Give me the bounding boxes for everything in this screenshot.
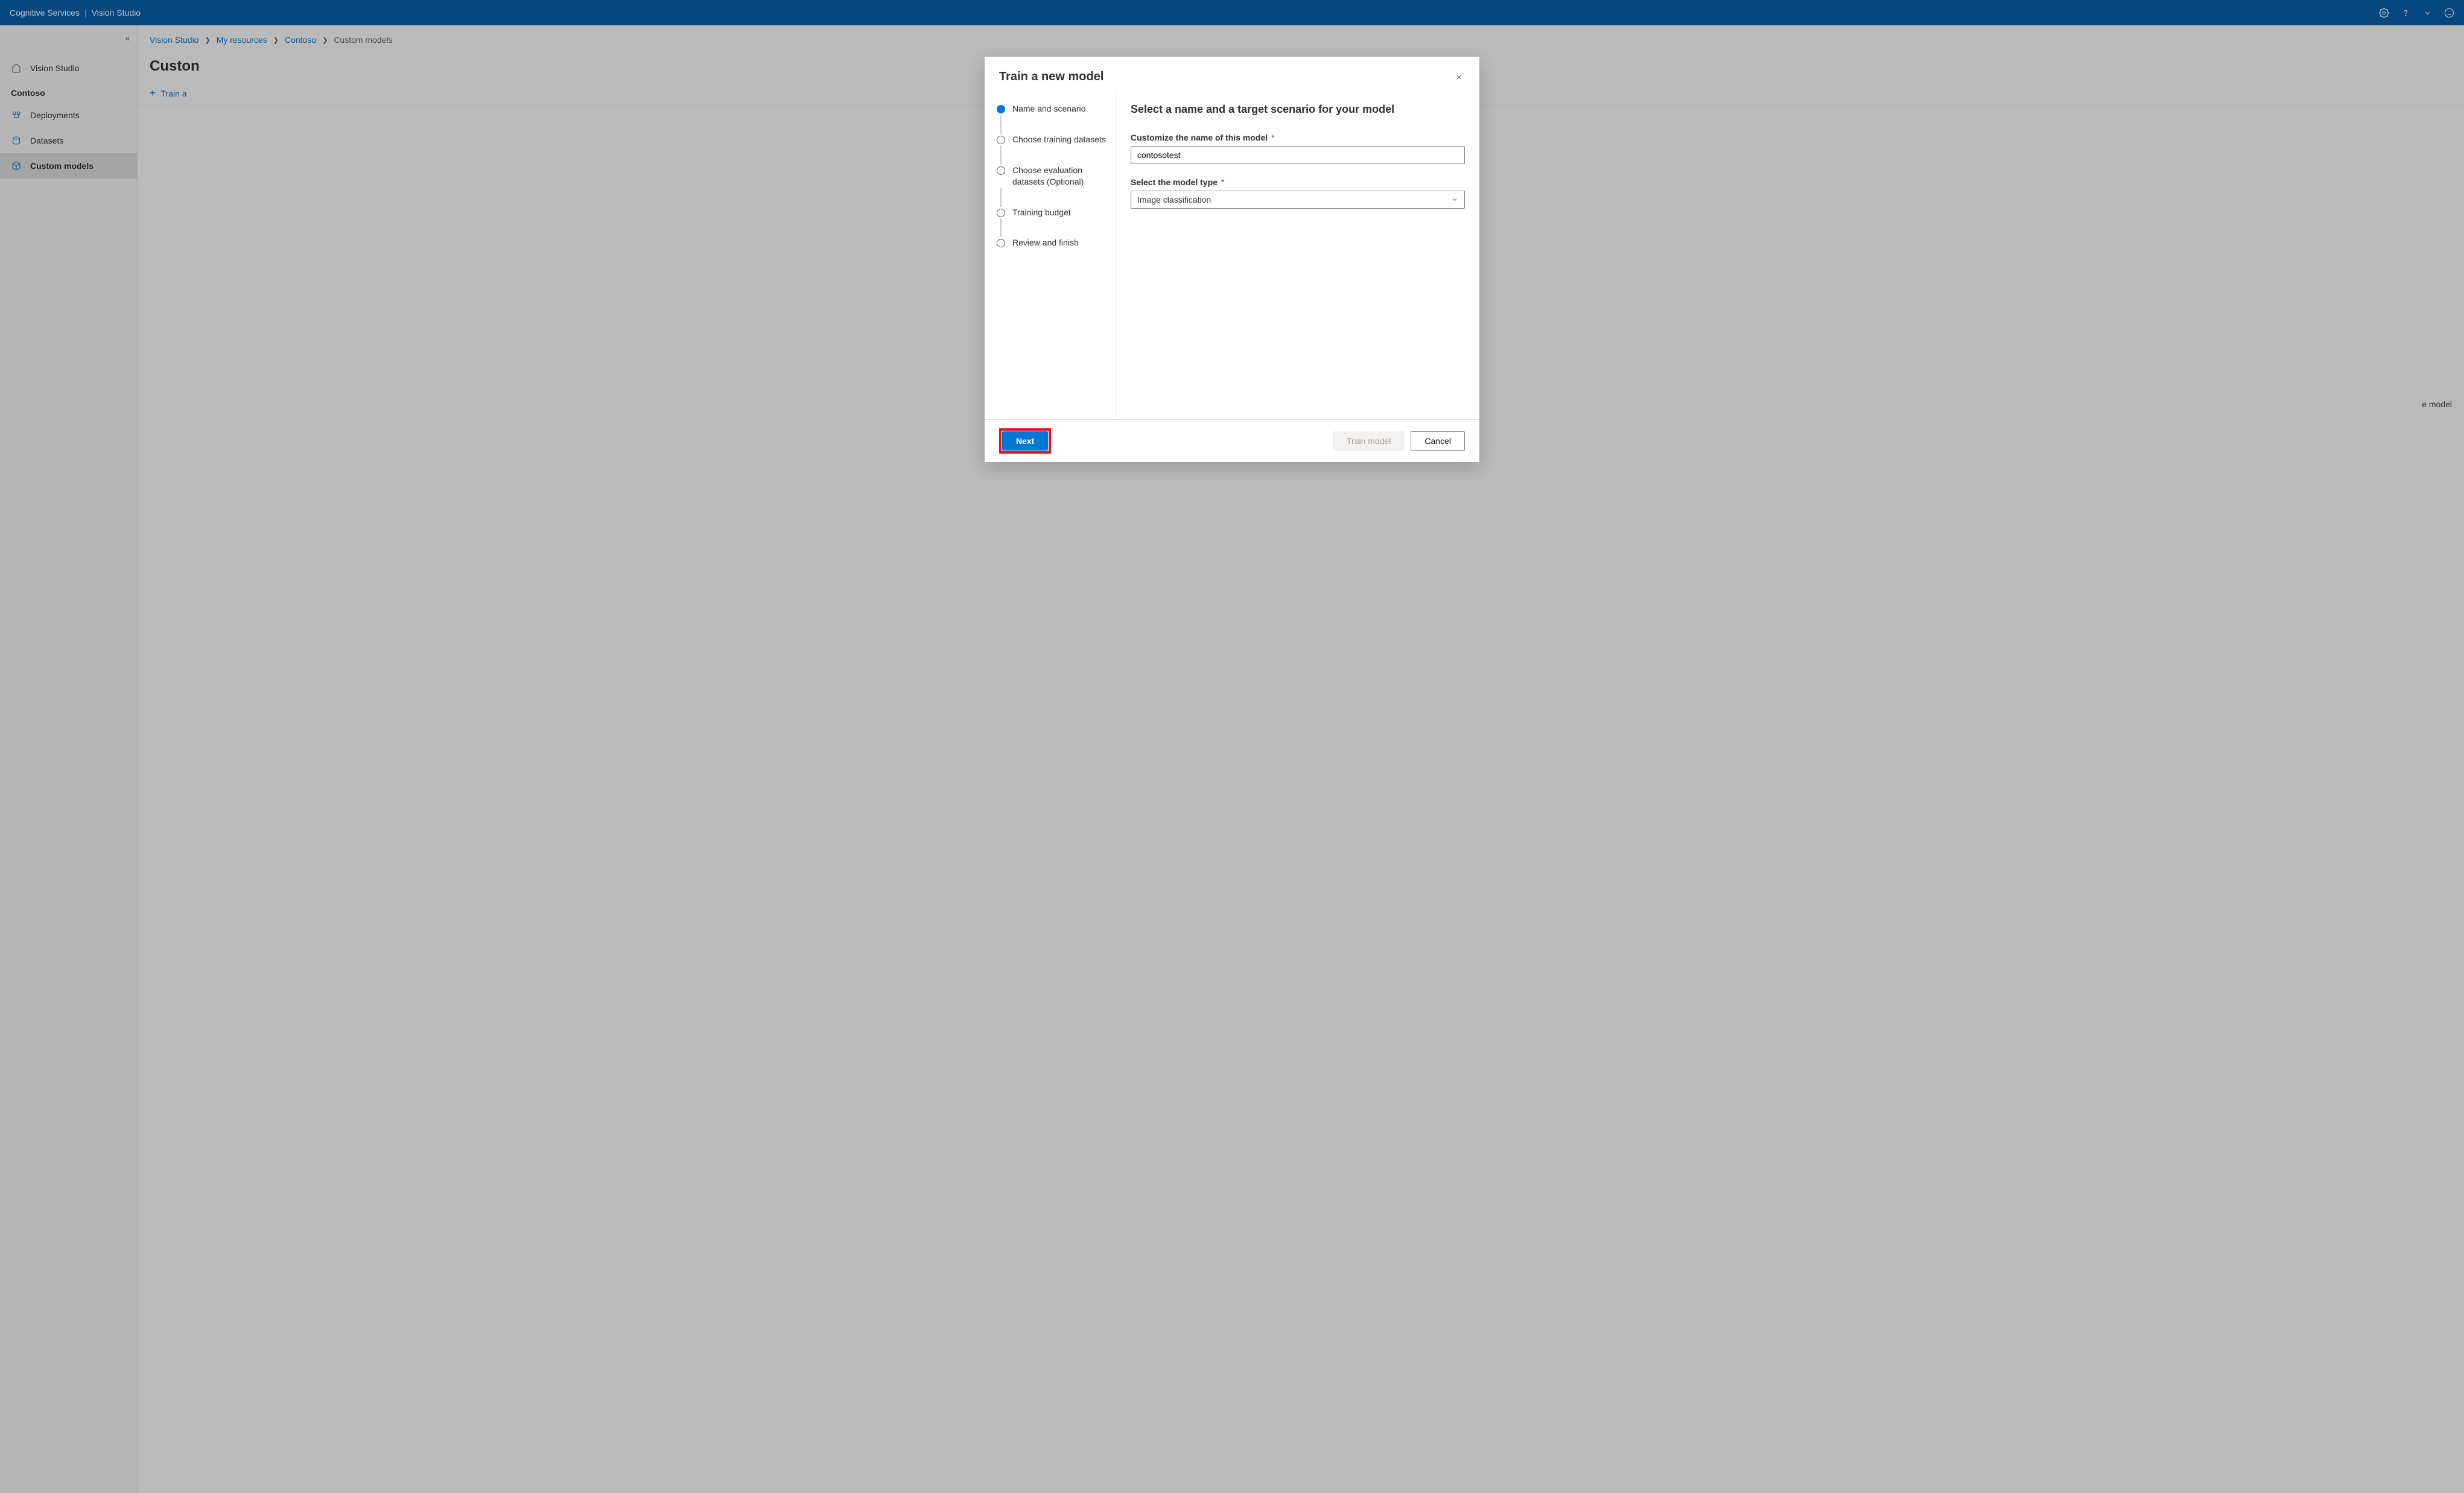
dialog-header: Train a new model — [985, 57, 1479, 94]
dialog-steps: Name and scenario Choose training datase… — [985, 94, 1116, 419]
step-name-scenario[interactable]: Name and scenario — [997, 103, 1107, 115]
step-label: Name and scenario — [1012, 103, 1085, 115]
step-connector — [1000, 115, 1002, 134]
step-indicator-active — [997, 105, 1005, 113]
step-indicator — [997, 136, 1005, 144]
step-training-datasets[interactable]: Choose training datasets — [997, 134, 1107, 145]
step-label: Choose training datasets — [1012, 134, 1106, 145]
chevron-down-icon — [1451, 196, 1458, 203]
dialog-footer: Next Train model Cancel — [985, 419, 1479, 462]
train-model-dialog: Train a new model Name and scenario Choo… — [985, 57, 1479, 462]
dialog-title: Train a new model — [999, 70, 1103, 84]
dialog-content: Select a name and a target scenario for … — [1116, 94, 1479, 419]
modal-overlay: Train a new model Name and scenario Choo… — [0, 0, 2464, 1493]
step-label: Review and finish — [1012, 237, 1079, 249]
step-label: Training budget — [1012, 207, 1071, 218]
step-indicator — [997, 209, 1005, 217]
cancel-button[interactable]: Cancel — [1411, 431, 1465, 451]
train-model-button: Train model — [1333, 431, 1405, 451]
model-type-value: Image classification — [1137, 195, 1211, 204]
step-label: Choose evaluation datasets (Optional) — [1012, 165, 1107, 188]
step-connector — [1000, 145, 1002, 165]
step-review-finish[interactable]: Review and finish — [997, 237, 1107, 249]
model-type-select[interactable]: Image classification — [1131, 191, 1465, 209]
close-icon[interactable] — [1453, 71, 1465, 83]
step-indicator — [997, 239, 1005, 247]
step-evaluation-datasets[interactable]: Choose evaluation datasets (Optional) — [997, 165, 1107, 188]
step-connector — [1000, 218, 1002, 237]
next-button[interactable]: Next — [1002, 431, 1048, 451]
model-type-label: Select the model type * — [1131, 177, 1465, 187]
step-connector — [1000, 188, 1002, 207]
content-heading: Select a name and a target scenario for … — [1131, 103, 1465, 116]
model-name-input[interactable] — [1131, 146, 1465, 164]
step-indicator — [997, 166, 1005, 175]
step-training-budget[interactable]: Training budget — [997, 207, 1107, 218]
highlight-annotation: Next — [999, 428, 1051, 454]
model-name-label: Customize the name of this model * — [1131, 133, 1465, 142]
